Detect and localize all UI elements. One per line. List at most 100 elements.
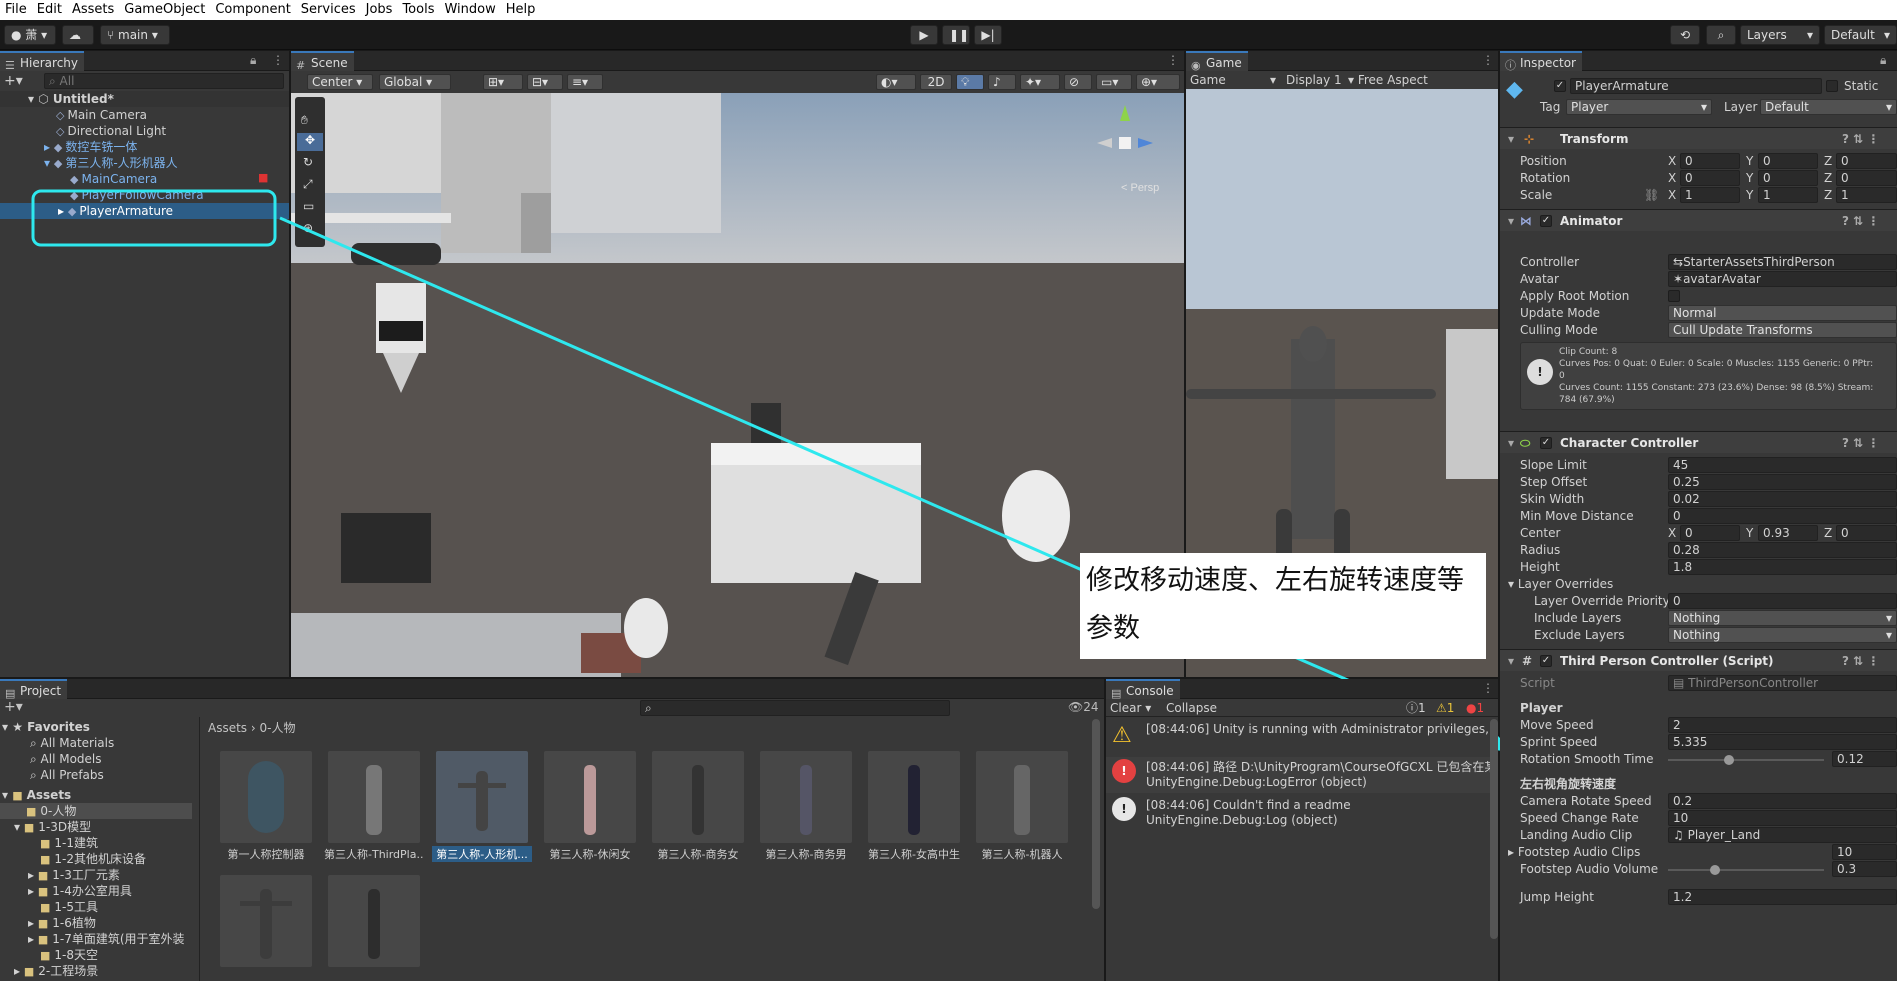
landing-audio-field[interactable]: ♫ Player_Land (1668, 827, 1897, 843)
footstep-clips-count[interactable]: 10 (1832, 844, 1897, 860)
log-entry[interactable]: ⚠ [08:44:06] Unity is running with Admin… (1106, 719, 1498, 755)
character-controller-header[interactable]: ▾ ⬭ ✓ Character Controller ? ⇅ ⋮ (1500, 431, 1897, 453)
folder-item[interactable]: ▾ ■ 1-3D模型 (14, 819, 91, 835)
link-icon[interactable]: ⛓ (1644, 187, 1659, 203)
culling-mode-dropdown[interactable]: Cull Update Transforms (1668, 322, 1897, 338)
folder-item[interactable]: ▸ ■ 1-6植物 (28, 915, 96, 931)
favorites-item[interactable]: ▾ ★ Favorites (2, 719, 90, 735)
add-icon[interactable]: +▾ (4, 699, 23, 715)
active-checkbox[interactable]: ✓ (1554, 80, 1566, 92)
radius-field[interactable]: 0.28 (1668, 542, 1897, 558)
position-z[interactable]: 0 (1836, 153, 1897, 169)
scale-x[interactable]: 1 (1680, 187, 1740, 203)
breadcrumb-assets[interactable]: Assets (208, 721, 247, 735)
folder-item[interactable]: ▸ ■ 1-7单面建筑(用于室外装 (28, 931, 185, 947)
rotation-smooth-field[interactable]: 0.12 (1832, 751, 1897, 767)
scale-y[interactable]: 1 (1758, 187, 1818, 203)
tpc-enabled-checkbox[interactable]: ✓ (1540, 655, 1552, 667)
lock-icon[interactable]: 🔒︎ (1880, 53, 1886, 68)
folder-item[interactable]: ■ 0-人物 (0, 803, 192, 819)
center-x[interactable]: 0 (1680, 525, 1740, 541)
animator-enabled-checkbox[interactable]: ✓ (1540, 215, 1552, 227)
speed-change-field[interactable]: 10 (1668, 810, 1897, 826)
log-entry[interactable]: ! [08:44:06] Couldn't find a readme Unit… (1106, 795, 1490, 831)
asset-thumbnail[interactable] (220, 751, 312, 843)
update-mode-dropdown[interactable]: Normal (1668, 305, 1897, 321)
include-layers-dropdown[interactable]: Nothing ▾ (1668, 610, 1897, 626)
scale-z[interactable]: 1 (1836, 187, 1897, 203)
folder-item[interactable]: ▸ ■ 1-3工厂元素 (28, 867, 120, 883)
asset-thumbnail[interactable] (760, 751, 852, 843)
position-x[interactable]: 0 (1680, 153, 1740, 169)
footstep-clips-foldout[interactable]: ▸ Footstep Audio Clips (1508, 844, 1640, 860)
fav-item[interactable]: ⌕ All Prefabs (30, 767, 104, 783)
slope-limit-field[interactable]: 45 (1668, 457, 1897, 473)
tab-inspector[interactable]: ⓘ Inspector (1500, 51, 1582, 72)
jump-height-field[interactable]: 1.2 (1668, 889, 1897, 905)
layer-dropdown[interactable]: Default ▾ (1760, 99, 1897, 115)
sprint-speed-field[interactable]: 5.335 (1668, 734, 1897, 750)
tag-dropdown[interactable]: Player ▾ (1566, 99, 1712, 115)
center-z[interactable]: 0 (1836, 525, 1897, 541)
asset-thumbnail[interactable] (868, 751, 960, 843)
fav-item[interactable]: ⌕ All Materials (30, 735, 114, 751)
footstep-volume-field[interactable]: 0.3 (1832, 861, 1897, 877)
height-field[interactable]: 1.8 (1668, 559, 1897, 575)
slider-knob[interactable] (1709, 865, 1720, 875)
folder-item[interactable]: ▸ ■ 2-工程场景 (14, 963, 98, 979)
root-motion-checkbox[interactable] (1668, 290, 1680, 302)
footstep-volume-slider[interactable] (1668, 865, 1824, 875)
warning-count[interactable]: ⚠1 (1436, 700, 1454, 716)
animator-header[interactable]: ▾ ⋈ ✓ Animator ? ⇅ ⋮ (1500, 209, 1897, 231)
project-scrollbar[interactable] (1092, 719, 1100, 909)
tab-project[interactable]: ▤ Project (0, 679, 68, 700)
move-speed-field[interactable]: 2 (1668, 717, 1897, 733)
slider-knob[interactable] (1723, 755, 1734, 765)
asset-thumbnail[interactable] (220, 875, 312, 967)
help-icon[interactable]: ? ⇅ ⋮ (1842, 210, 1879, 232)
folder-item[interactable]: ■ 1-2其他机床设备 (40, 851, 146, 867)
name-field[interactable]: PlayerArmature (1570, 78, 1822, 94)
asset-thumbnail[interactable] (328, 875, 420, 967)
step-offset-field[interactable]: 0.25 (1668, 474, 1897, 490)
tab-console[interactable]: ▤ Console (1106, 679, 1180, 700)
more-menu-icon[interactable]: ⋮ (1482, 681, 1494, 695)
folder-item[interactable]: ▸ ■ 1-4办公室用具 (28, 883, 132, 899)
asset-thumbnail[interactable] (544, 751, 636, 843)
folder-item[interactable]: ■ 1-5工具 (40, 899, 98, 915)
cc-enabled-checkbox[interactable]: ✓ (1540, 437, 1552, 449)
folder-item[interactable]: ■ 1-8天空 (40, 947, 98, 963)
log-entry[interactable]: ! [08:44:06] 路径 D:\UnityProgram\CourseOf… (1106, 757, 1498, 793)
help-icon[interactable]: ? ⇅ ⋮ (1842, 128, 1879, 150)
console-scrollbar[interactable] (1490, 719, 1498, 939)
project-search-input[interactable]: ⌕ (640, 700, 950, 716)
min-move-field[interactable]: 0 (1668, 508, 1897, 524)
info-count[interactable]: ⓘ1 (1406, 700, 1426, 716)
help-icon[interactable]: ? ⇅ ⋮ (1842, 432, 1879, 454)
priority-field[interactable]: 0 (1668, 593, 1897, 609)
help-icon[interactable]: ? ⇅ ⋮ (1842, 650, 1879, 672)
rotation-smooth-slider[interactable] (1668, 755, 1824, 765)
position-y[interactable]: 0 (1758, 153, 1818, 169)
collapse-button[interactable]: Collapse (1166, 700, 1217, 716)
tpc-header[interactable]: ▾ # ✓ Third Person Controller (Script) ? ⇅ ⋮ (1500, 649, 1897, 671)
center-y[interactable]: 0.93 (1758, 525, 1818, 541)
transform-header[interactable]: ▾ ⊹ Transform ? ⇅ ⋮ (1500, 127, 1897, 149)
layer-overrides-foldout[interactable]: ▾ Layer Overrides (1508, 576, 1613, 592)
clear-button[interactable]: Clear ▾ (1110, 700, 1151, 716)
error-count[interactable]: ●1 (1466, 700, 1484, 716)
exclude-layers-dropdown[interactable]: Nothing ▾ (1668, 627, 1897, 643)
assets-root[interactable]: ▾ ■ Assets (2, 787, 71, 803)
rotation-y[interactable]: 0 (1758, 170, 1818, 186)
asset-thumbnail[interactable] (976, 751, 1068, 843)
static-checkbox[interactable] (1826, 80, 1838, 92)
asset-thumbnail[interactable] (436, 751, 528, 843)
camera-rotate-field[interactable]: 0.2 (1668, 793, 1897, 809)
folder-item[interactable]: ■ 1-1建筑 (40, 835, 98, 851)
skin-width-field[interactable]: 0.02 (1668, 491, 1897, 507)
breadcrumb-folder[interactable]: 0-人物 (260, 721, 296, 735)
rotation-z[interactable]: 0 (1836, 170, 1897, 186)
asset-thumbnail[interactable] (652, 751, 744, 843)
fav-item[interactable]: ⌕ All Models (30, 751, 102, 767)
asset-thumbnail[interactable] (328, 751, 420, 843)
